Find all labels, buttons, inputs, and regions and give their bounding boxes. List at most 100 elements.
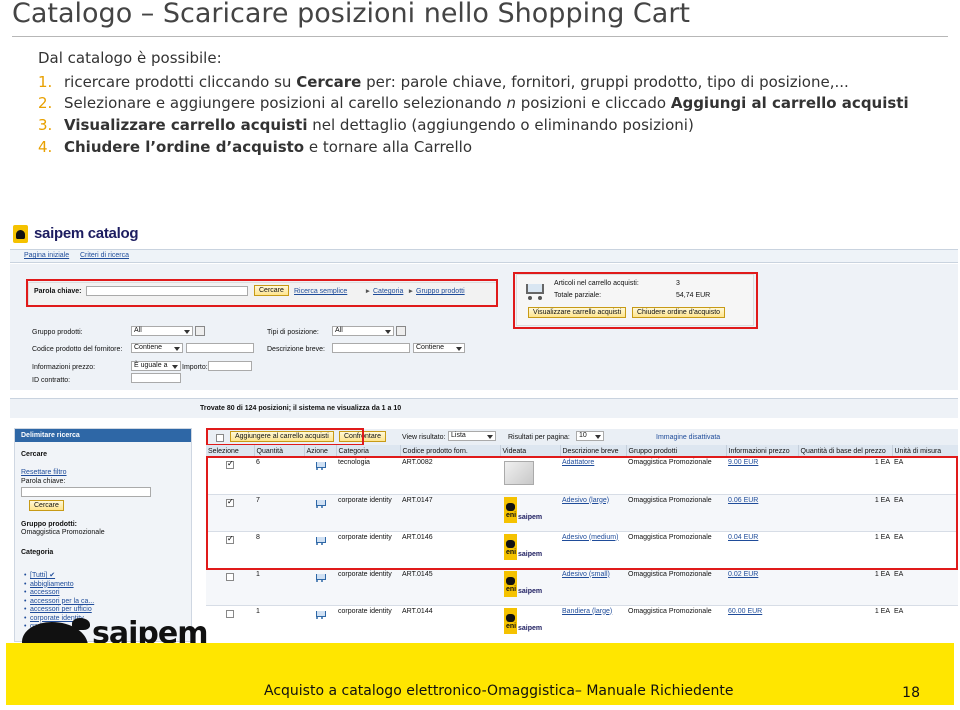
price-link[interactable]: 0.02 EUR [728, 571, 758, 578]
app-header: saipem catalog [10, 222, 958, 248]
quantity-cell[interactable]: 1 [254, 568, 304, 606]
amount-input[interactable] [208, 361, 252, 371]
image-toggle[interactable]: Immagine disattivata [656, 434, 720, 441]
select-cell [206, 568, 254, 606]
category-item[interactable]: accessori [24, 589, 94, 598]
image-cell: saipem eni [500, 568, 560, 606]
page-number: 18 [902, 685, 920, 701]
amount-label: Importo: [182, 364, 208, 371]
category-cell: corporate identity [336, 605, 400, 642]
highlight-search [26, 279, 498, 307]
app-brand: saipem catalog [34, 225, 139, 242]
dog-icon [506, 576, 515, 585]
value-help-icon[interactable] [396, 326, 406, 336]
refine-group-value: Omaggistica Promozionale [21, 529, 105, 536]
group-cell: Omaggistica Promozionale [626, 605, 726, 642]
highlight-cart [513, 272, 758, 329]
intro-text: Dal catalogo è possibile: [38, 49, 222, 67]
short-desc-input[interactable] [332, 343, 410, 353]
short-desc-operator[interactable]: Contiene [413, 343, 465, 353]
results-header [10, 398, 958, 418]
step-bold: Chiudere l’ordine d’acquisto [64, 138, 305, 156]
step-italic: n [506, 94, 516, 112]
view-label: View risultato: [402, 434, 446, 441]
step-2: 2. Selezionare e aggiungere posizioni al … [38, 92, 918, 114]
category-item[interactable]: accessori per ufficio [24, 606, 94, 615]
contract-label: ID contratto: [32, 377, 71, 384]
product-group-select[interactable]: All [131, 326, 193, 336]
code-cell: ART.0144 [400, 605, 500, 642]
short-desc-label: Descrizione breve: [267, 346, 325, 353]
category-item[interactable]: accessori per la ca... [24, 598, 94, 607]
product-image[interactable]: saipem eni [504, 607, 542, 639]
highlight-add-button [206, 428, 364, 446]
step-number: 4. [38, 138, 53, 156]
value-help-icon[interactable] [195, 326, 205, 336]
add-to-cart-icon[interactable] [314, 610, 326, 619]
per-page-label: Risultati per pagina: [508, 434, 570, 441]
refine-group-title: Gruppo prodotti: [21, 521, 77, 528]
price-cell: 0.02 EUR [726, 568, 798, 606]
step-text: e tornare alla Carrello [304, 138, 473, 156]
eni-text: eni [506, 585, 517, 593]
refine-search-title: Cercare [21, 451, 48, 458]
nav-home-link[interactable]: Pagina iniziale [24, 252, 69, 259]
footer-bar: Acquisto a catalogo elettronico-Omaggist… [6, 643, 954, 705]
step-text: ricercare prodotti cliccando su [64, 73, 297, 91]
step-number: 1. [38, 73, 53, 91]
product-link[interactable]: Bandiera (large) [562, 608, 612, 615]
step-number: 2. [38, 94, 53, 112]
step-text: per: parole chiave, fornitori, gruppi pr… [361, 73, 849, 91]
description-cell: Bandiera (large) [560, 605, 626, 642]
price-operator[interactable]: È uguale a [131, 361, 181, 371]
select-cell [206, 605, 254, 642]
price-info-label: Informazioni prezzo: [32, 364, 96, 371]
nav-criteria-link[interactable]: Criteri di ricerca [80, 252, 129, 259]
price-link[interactable]: 60.00 EUR [728, 608, 762, 615]
refine-keyword-input[interactable] [21, 487, 151, 497]
supplier-code-input[interactable] [186, 343, 254, 353]
base-qty-cell: 1 EA [798, 605, 892, 642]
product-link[interactable]: Adesivo (small) [562, 571, 610, 578]
item-type-label: Tipi di posizione: [267, 329, 319, 336]
category-item[interactable]: [Tutti] ✔ [24, 572, 94, 581]
item-type-select[interactable]: All [332, 326, 394, 336]
unit-cell: EA [892, 568, 958, 606]
step-3: 3. Visualizzare carrello acquisti nel det… [38, 114, 918, 136]
quantity-cell[interactable]: 1 [254, 605, 304, 642]
category-item[interactable]: abbigliamento [24, 581, 94, 590]
eni-text: eni [506, 622, 517, 630]
step-1: 1. ricercare prodotti cliccando su Cercar… [38, 71, 918, 93]
code-cell: ART.0145 [400, 568, 500, 606]
base-qty-cell: 1 EA [798, 568, 892, 606]
refine-keyword-label: Parola chiave: [21, 478, 66, 485]
refine-search-button[interactable]: Cercare [29, 500, 64, 511]
reset-filter-link[interactable]: Resettare filtro [21, 469, 67, 476]
table-row: 1 corporate identity ART.0144 saipem eni Band… [206, 605, 958, 642]
logo-text: saipem [518, 587, 543, 595]
action-cell [304, 568, 336, 606]
step-text: nel dettaglio (aggiungendo o eliminando … [307, 116, 694, 134]
step-bold: Visualizzare carrello acquisti [64, 116, 308, 134]
description-cell: Adesivo (small) [560, 568, 626, 606]
app-nav: Pagina iniziale Criteri di ricerca [10, 249, 958, 263]
table-row: 1 corporate identity ART.0145 saipem eni Ades… [206, 568, 958, 606]
price-cell: 60.00 EUR [726, 605, 798, 642]
add-to-cart-icon[interactable] [314, 573, 326, 582]
supplier-code-operator[interactable]: Contiene [131, 343, 183, 353]
price-input[interactable] [131, 373, 181, 383]
dog-icon [506, 613, 515, 622]
product-image[interactable]: saipem eni [504, 570, 543, 602]
eni-logo-icon [13, 225, 28, 243]
step-number: 3. [38, 116, 53, 134]
slide-title: Catalogo – Scaricare posizioni nello Sho… [12, 0, 691, 29]
results-count: Trovate 80 di 124 posizioni; il sistema … [200, 405, 402, 412]
step-text: Selezionare e aggiungere posizioni al ca… [64, 94, 507, 112]
group-cell: Omaggistica Promozionale [626, 568, 726, 606]
view-select[interactable]: Lista [448, 431, 496, 441]
category-cell: corporate identity [336, 568, 400, 606]
action-cell [304, 605, 336, 642]
per-page-select[interactable]: 10 [576, 431, 604, 441]
row-checkbox[interactable] [226, 572, 234, 581]
row-checkbox[interactable] [226, 609, 234, 618]
